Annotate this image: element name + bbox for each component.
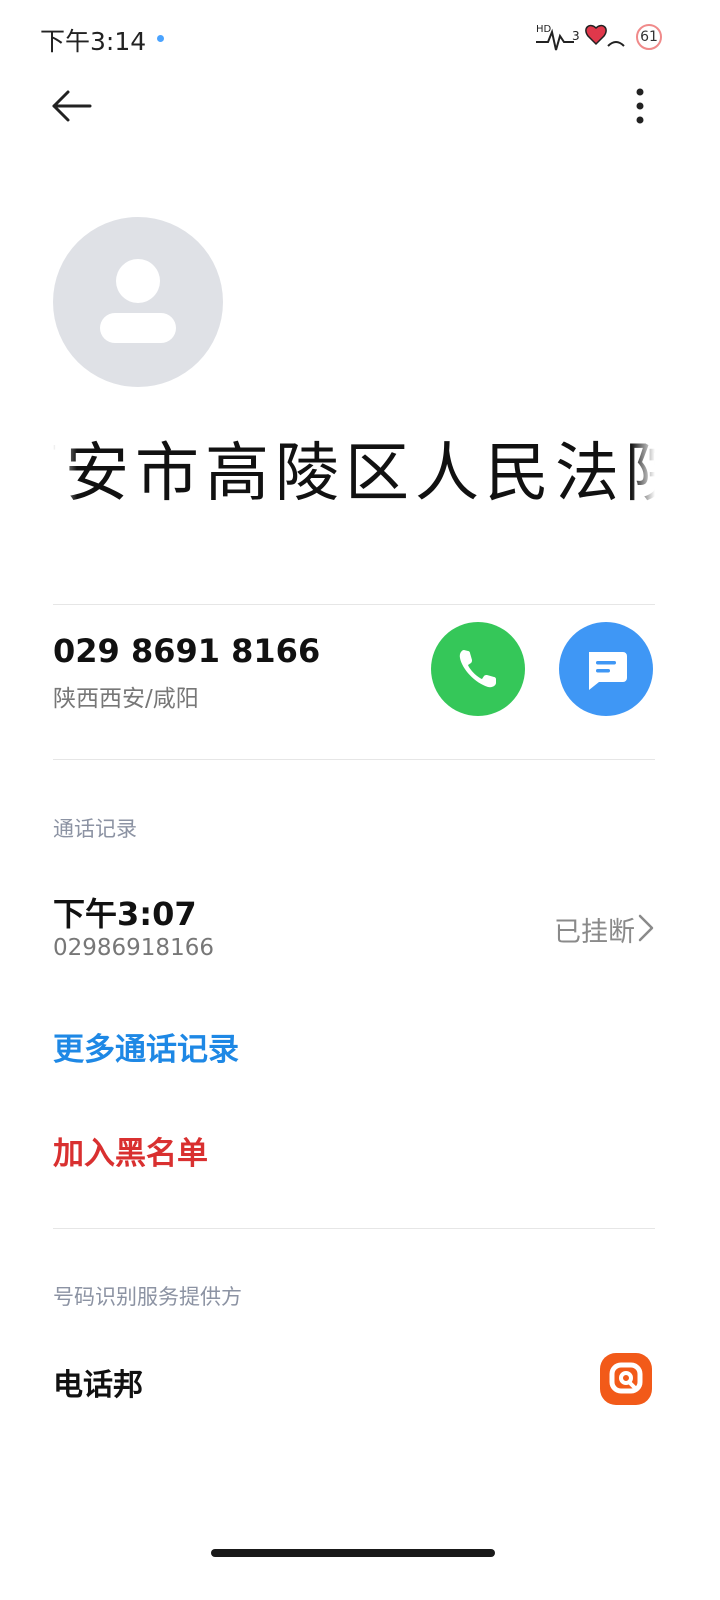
provider-logo (600, 1353, 652, 1405)
home-indicator[interactable] (211, 1549, 495, 1557)
call-log-number: 02986918166 (53, 935, 214, 961)
provider-name: 电话邦 (53, 1368, 143, 1403)
message-button[interactable] (559, 622, 653, 716)
provider-section-label: 号码识别服务提供方 (53, 1285, 242, 1309)
notification-dot (157, 35, 164, 42)
more-call-records-link[interactable]: 更多通话记录 (53, 1024, 239, 1069)
more-vertical-icon (636, 88, 644, 124)
provider-logo-icon (609, 1362, 643, 1394)
status-icons: HD 3 (536, 24, 625, 51)
back-button[interactable] (46, 84, 98, 128)
phone-icon (459, 650, 496, 688)
message-icon (589, 652, 627, 690)
more-options-button[interactable] (624, 84, 656, 128)
wifi-icon (607, 41, 625, 47)
hd-icon: HD (536, 24, 552, 35)
divider (53, 759, 655, 760)
svg-text:3: 3 (572, 29, 580, 43)
divider (53, 1228, 655, 1229)
contact-name-text: 西安市高陵区人民法院 (53, 437, 655, 511)
person-icon (100, 259, 176, 343)
arrow-left-icon (52, 90, 92, 122)
add-to-blacklist-button[interactable]: 加入黑名单 (53, 1128, 208, 1173)
heart-icon (585, 24, 607, 46)
chevron-right-icon (638, 914, 654, 942)
call-log-status: 已挂断 (554, 917, 635, 948)
call-button[interactable] (431, 622, 525, 716)
phone-location: 陕西西安/咸阳 (53, 686, 199, 712)
contact-avatar (53, 217, 223, 387)
phone-number[interactable]: 029 8691 8166 (53, 632, 320, 670)
status-time: 下午3:14 (40, 27, 147, 56)
battery-indicator: 61 (636, 24, 662, 50)
divider (53, 604, 655, 605)
call-log-time: 下午3:07 (53, 895, 197, 933)
call-log-label: 通话记录 (53, 817, 137, 841)
contact-name: 西安市高陵区人民法院 (53, 412, 655, 512)
